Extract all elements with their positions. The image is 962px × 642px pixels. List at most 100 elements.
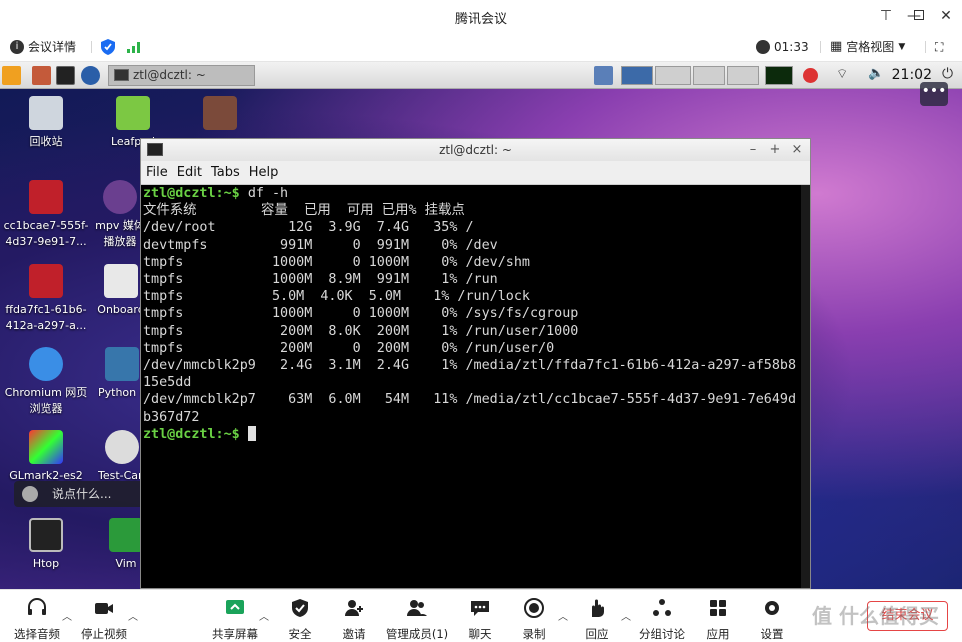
desktop-icon-camera[interactable]: Test-Camera	[98, 430, 146, 484]
desktop-icon-sd2[interactable]: ffda7fc1-61b6-412a-a297-a...	[1, 264, 91, 334]
info-icon: i	[10, 40, 24, 54]
minimize-icon[interactable]: –	[746, 139, 760, 161]
chevron-up-icon[interactable]: ︿	[128, 608, 138, 623]
more-options-button[interactable]: •••	[920, 82, 948, 106]
show-desktop-icon[interactable]	[594, 66, 613, 85]
chevron-down-icon: ▼	[898, 42, 906, 52]
chat-icon	[471, 601, 489, 616]
add-user-icon	[345, 600, 363, 616]
chat-placeholder: 说点什么...	[52, 487, 112, 501]
video-button[interactable]: 停止视频	[72, 595, 136, 642]
start-menu-icon[interactable]	[2, 66, 21, 85]
command-text: df -h	[247, 186, 289, 201]
mpv-icon	[103, 180, 137, 214]
view-mode-dropdown[interactable]: ▦ 宫格视图 ▼	[830, 38, 905, 56]
audio-button[interactable]: 选择音频	[5, 595, 69, 642]
headset-icon	[28, 598, 46, 615]
df-row: /dev/mmcblk2p7 63M 6.0M 54M 11% /media/z…	[143, 392, 797, 408]
terminal-menubar: File Edit Tabs Help	[141, 161, 810, 185]
taskbar-terminal-task[interactable]: ztl@dcztl: ~	[108, 65, 255, 86]
desktop-icon-python[interactable]: Python (v3.7)	[98, 347, 146, 401]
terminal-launcher-icon[interactable]	[56, 66, 75, 85]
meeting-details-button[interactable]: i 会议详情	[10, 38, 76, 56]
meeting-info-bar: i 会议详情 01:33 ▦ 宫格视图 ▼ ⛶	[0, 32, 962, 62]
drive-icon	[203, 96, 237, 130]
settings-label: 设置	[760, 627, 784, 641]
record-button[interactable]: 录制	[502, 595, 566, 642]
wifi-icon[interactable]: ⌔	[836, 66, 855, 85]
menu-help[interactable]: Help	[249, 161, 279, 185]
app-titlebar: 腾讯会议 ⊤ — ✕	[0, 0, 962, 32]
audio-label: 选择音频	[14, 627, 60, 641]
desktop-icon-vim[interactable]: Vim	[108, 518, 144, 572]
prompt: ztl@dcztl:~$	[143, 186, 240, 201]
df-row: tmpfs 1000M 0 1000M 0% /sys/fs/cgroup	[143, 306, 579, 322]
terminal-window[interactable]: ztl@dcztl: ~ – + × File Edit Tabs Help ztl@…	[140, 138, 811, 589]
desktop-icon-chromium[interactable]: Chromium 网页浏览器	[1, 347, 91, 417]
htop-icon	[29, 518, 63, 552]
desktop-icon-sd1[interactable]: cc1bcae7-555f-4d37-9e91-7...	[1, 180, 91, 250]
command-line: ztl@dcztl:~$ df -h	[143, 185, 800, 202]
terminal-titlebar[interactable]: ztl@dcztl: ~ – + ×	[141, 139, 810, 161]
file-manager-icon[interactable]	[32, 66, 51, 85]
desktop-icon-glmark[interactable]: GLmark2-es2	[1, 430, 91, 484]
current-prompt-line: ztl@dcztl:~$	[143, 425, 800, 443]
desktop-icon-onboard[interactable]: Onboard	[96, 264, 146, 318]
pin-icon[interactable]: ⊤	[876, 6, 896, 26]
df-row: tmpfs 1000M 0 1000M 0% /dev/shm	[143, 254, 530, 270]
terminal-output[interactable]: ztl@dcztl:~$ df -h 文件系统 容量 已用 可用 已用% 挂载点 /…	[143, 185, 800, 588]
df-row: tmpfs 5.0M 4.0K 5.0M 1% /run/lock	[143, 289, 530, 305]
browser-launcher-icon[interactable]	[81, 66, 100, 85]
desktop-icon-trash[interactable]: 回收站	[1, 96, 91, 150]
reaction-label: 回应	[585, 627, 609, 641]
maximize-button[interactable]	[909, 6, 929, 26]
close-icon[interactable]: ×	[790, 139, 804, 161]
vim-icon	[109, 518, 143, 552]
df-row: devtmpfs 991M 0 991M 0% /dev	[143, 237, 498, 253]
breakout-label: 分组讨论	[639, 627, 685, 641]
security-shield-icon[interactable]	[101, 38, 115, 56]
fullscreen-icon[interactable]: ⛶	[935, 38, 943, 56]
emoji-icon[interactable]	[22, 486, 38, 502]
desktop-icon-drive[interactable]	[190, 96, 250, 134]
workspace-2[interactable]	[655, 66, 691, 85]
bluetooth-icon[interactable]	[803, 68, 818, 83]
maximize-icon[interactable]: +	[768, 139, 782, 161]
breakout-rooms-button[interactable]: 分组讨论	[630, 595, 694, 642]
reaction-button[interactable]: 回应	[565, 595, 629, 642]
share-screen-label: 共享屏幕	[212, 627, 258, 641]
manage-members-button[interactable]: 管理成员(1)	[384, 595, 450, 642]
terminal-mini-icon	[114, 69, 129, 81]
leafpad-icon	[116, 96, 150, 130]
workspace-3[interactable]	[693, 66, 725, 85]
share-screen-icon	[226, 600, 244, 614]
manage-members-label: 管理成员(1)	[385, 627, 449, 641]
chromium-icon	[29, 347, 63, 381]
hand-icon	[592, 599, 604, 617]
breakout-icon	[653, 599, 671, 616]
menu-tabs[interactable]: Tabs	[211, 161, 240, 185]
workspace-4[interactable]	[727, 66, 759, 85]
terminal-title: ztl@dcztl: ~	[439, 143, 512, 157]
watermark: 值 什么值得买	[812, 604, 939, 628]
shared-desktop: ztl@dcztl: ~ ⌔ 🔈 21:02 ⏻ ••• 回收站 Leafpad…	[0, 62, 962, 589]
terminal-scrollbar[interactable]	[801, 185, 810, 588]
icon-label: cc1bcae7-555f-4d37-9e91-7...	[3, 219, 89, 248]
workspace-1[interactable]	[621, 66, 653, 85]
taskbar-clock: 21:02	[891, 67, 932, 83]
terminal-icon	[147, 143, 163, 156]
df-row: /dev/mmcblk2p9 2.4G 3.1M 2.4G 1% /media/…	[143, 358, 797, 374]
share-screen-button[interactable]: 共享屏幕	[203, 595, 267, 642]
invite-button[interactable]: 邀请	[322, 595, 386, 642]
chevron-up-icon[interactable]: ︿	[62, 608, 72, 623]
meeting-details-label: 会议详情	[28, 40, 77, 54]
chat-quick-input[interactable]: 说点什么... ‹	[14, 481, 150, 507]
volume-icon[interactable]: 🔈	[868, 66, 887, 85]
desktop-icon-htop[interactable]: Htop	[1, 518, 91, 572]
menu-file[interactable]: File	[146, 161, 168, 185]
settings-button[interactable]: 设置	[740, 595, 804, 642]
close-button[interactable]: ✕	[936, 6, 956, 26]
menu-edit[interactable]: Edit	[177, 161, 202, 185]
df-header: 文件系统 容量 已用 可用 已用% 挂载点	[143, 203, 465, 219]
icon-label: Python (v3.7)	[98, 386, 146, 399]
